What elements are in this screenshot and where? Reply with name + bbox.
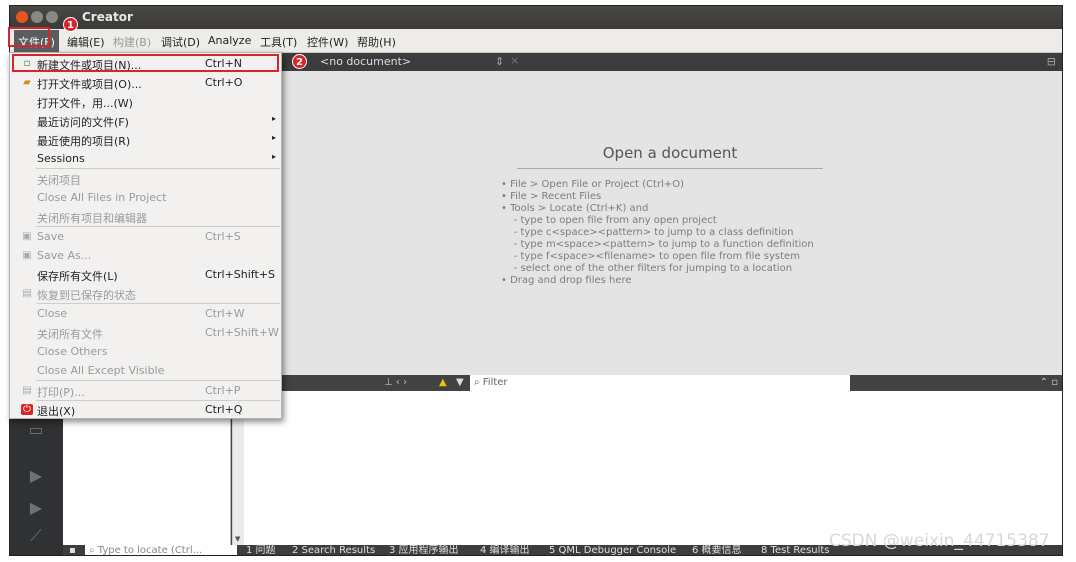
menu-bar: 文件(F) 编辑(E) 构建(B) 调试(D) Analyze 工具(T) 控件… — [10, 29, 1062, 53]
exit-icon: ⏻ — [21, 404, 33, 415]
menu-item-close-all[interactable]: 关闭所有文件 Ctrl+Shift+W — [10, 323, 281, 342]
menu-debug[interactable]: 调试(D) — [161, 34, 200, 50]
csdn-watermark: CSDN @weixin_44715387 — [829, 531, 1050, 551]
tab-compile-output[interactable]: 4 编译输出 — [480, 545, 530, 555]
window-close-button[interactable] — [16, 11, 28, 23]
menu-item-close[interactable]: Close Ctrl+W — [10, 304, 281, 323]
menu-item-close-all-except-visible[interactable]: Close All Except Visible — [10, 361, 281, 380]
filter-input[interactable]: ⌕ Filter — [470, 375, 850, 391]
menu-item-exit[interactable]: ⏻ 退出(X) Ctrl+Q — [10, 400, 281, 419]
menu-item-close-all-in-project[interactable]: Close All Files in Project — [10, 188, 281, 207]
filter-icon[interactable]: ▼ — [456, 377, 464, 388]
window-title: Creator — [82, 10, 133, 24]
editor-toolbar: <no document> ⇕ × ⊟ — [282, 53, 1062, 71]
tab-application-output[interactable]: 3 应用程序输出 — [389, 545, 459, 555]
search-icon: ⌕ — [89, 545, 98, 556]
open-document-hints: • File > Open File or Project (Ctrl+O) •… — [501, 179, 814, 286]
menu-item-save-all[interactable]: 保存所有文件(L) Ctrl+Shift+S — [10, 265, 281, 284]
tab-issues[interactable]: 1 问题 — [246, 545, 276, 555]
menu-help[interactable]: 帮助(H) — [357, 34, 396, 50]
output-nav-icons[interactable]: ⊥ ‹ › — [384, 377, 407, 388]
menu-tools[interactable]: 工具(T) — [260, 34, 297, 50]
menu-analyze[interactable]: Analyze — [208, 34, 251, 47]
tab-qml-debugger-console[interactable]: 5 QML Debugger Console — [549, 545, 676, 555]
close-document-icon[interactable]: × — [510, 54, 519, 67]
menu-build[interactable]: 构建(B) — [113, 34, 151, 50]
print-icon: ▤ — [22, 385, 32, 396]
submenu-arrow-icon: ▸ — [272, 152, 277, 161]
tab-search-results[interactable]: 2 Search Results — [292, 545, 375, 555]
step-badge-2: 2 — [292, 54, 307, 69]
pane-maximize-icon[interactable]: ⌃ ▫ — [1040, 377, 1058, 388]
file-menu-dropdown: ▫ 新建文件或项目(N)... Ctrl+N ▰ 打开文件或项目(O)... C… — [9, 52, 282, 419]
locator-input[interactable]: ⌕ Type to locate (Ctrl... — [85, 545, 237, 556]
submenu-arrow-icon: ▸ — [272, 114, 277, 123]
debug-run-icon[interactable]: ▶ — [26, 499, 46, 517]
menu-item-save-as[interactable]: ▣ Save As... — [10, 246, 281, 265]
save-icon: ▣ — [22, 231, 32, 242]
menu-item-open-with[interactable]: 打开文件，用...(W) — [10, 92, 281, 111]
editor-area: Open a document • File > Open File or Pr… — [282, 71, 1062, 375]
step-badge-1: 1 — [63, 17, 78, 32]
menu-item-close-project[interactable]: 关闭项目 — [10, 169, 281, 188]
menu-item-recent-files[interactable]: 最近访问的文件(F) ▸ — [10, 111, 281, 130]
menu-item-close-all-projects[interactable]: 关闭所有项目和编辑器 — [10, 207, 281, 226]
menu-item-close-others[interactable]: Close Others — [10, 342, 281, 361]
tab-general-messages[interactable]: 6 概要信息 — [692, 545, 742, 555]
run-icon[interactable]: ▶ — [26, 467, 46, 485]
menu-item-print[interactable]: ▤ 打印(P)... Ctrl+P — [10, 381, 281, 400]
chevron-updown-icon[interactable]: ⇕ — [495, 55, 504, 68]
warning-icon[interactable]: ▲ — [439, 377, 449, 388]
submenu-arrow-icon: ▸ — [272, 133, 277, 142]
sidebar-toggle-icon[interactable]: ▪ — [69, 545, 76, 555]
menu-item-sessions[interactable]: Sessions ▸ — [10, 149, 281, 168]
file-menu-highlight — [8, 27, 50, 47]
revert-icon: ▤ — [22, 288, 32, 299]
title-bar: Creator — [10, 6, 1062, 29]
split-view-icon[interactable]: ⊟ — [1047, 55, 1056, 68]
open-document-heading: Open a document — [517, 144, 823, 169]
menu-controls[interactable]: 控件(W) — [307, 34, 348, 50]
save-as-icon: ▣ — [22, 250, 32, 261]
menu-edit[interactable]: 编辑(E) — [67, 34, 105, 50]
filter-placeholder: Filter — [482, 377, 508, 388]
window-maximize-button[interactable] — [46, 11, 58, 23]
new-item-highlight — [12, 54, 279, 72]
output-toolbar: ⊥ ‹ › ▲ ▼ ⌕ Filter ⌃ ▫ — [244, 375, 1062, 391]
output-pane[interactable] — [244, 391, 1062, 545]
document-selector[interactable]: <no document> — [320, 55, 411, 68]
locator-placeholder: Type to locate (Ctrl... — [97, 545, 203, 556]
open-folder-icon: ▰ — [23, 77, 31, 88]
menu-item-save[interactable]: ▣ Save Ctrl+S — [10, 227, 281, 246]
menu-item-open[interactable]: ▰ 打开文件或项目(O)... Ctrl+O — [10, 73, 281, 92]
menu-item-recent-projects[interactable]: 最近使用的项目(R) ▸ — [10, 130, 281, 149]
menu-item-revert[interactable]: ▤ 恢复到已保存的状态 — [10, 284, 281, 303]
search-icon: ⌕ — [474, 377, 483, 388]
tab-test-results[interactable]: 8 Test Results — [761, 545, 830, 555]
window-minimize-button[interactable] — [31, 11, 43, 23]
build-hammer-icon[interactable]: ⟋ — [26, 527, 46, 545]
scroll-down-icon[interactable]: ▼ — [235, 535, 240, 543]
monitor-icon[interactable]: ▭ — [26, 421, 46, 439]
